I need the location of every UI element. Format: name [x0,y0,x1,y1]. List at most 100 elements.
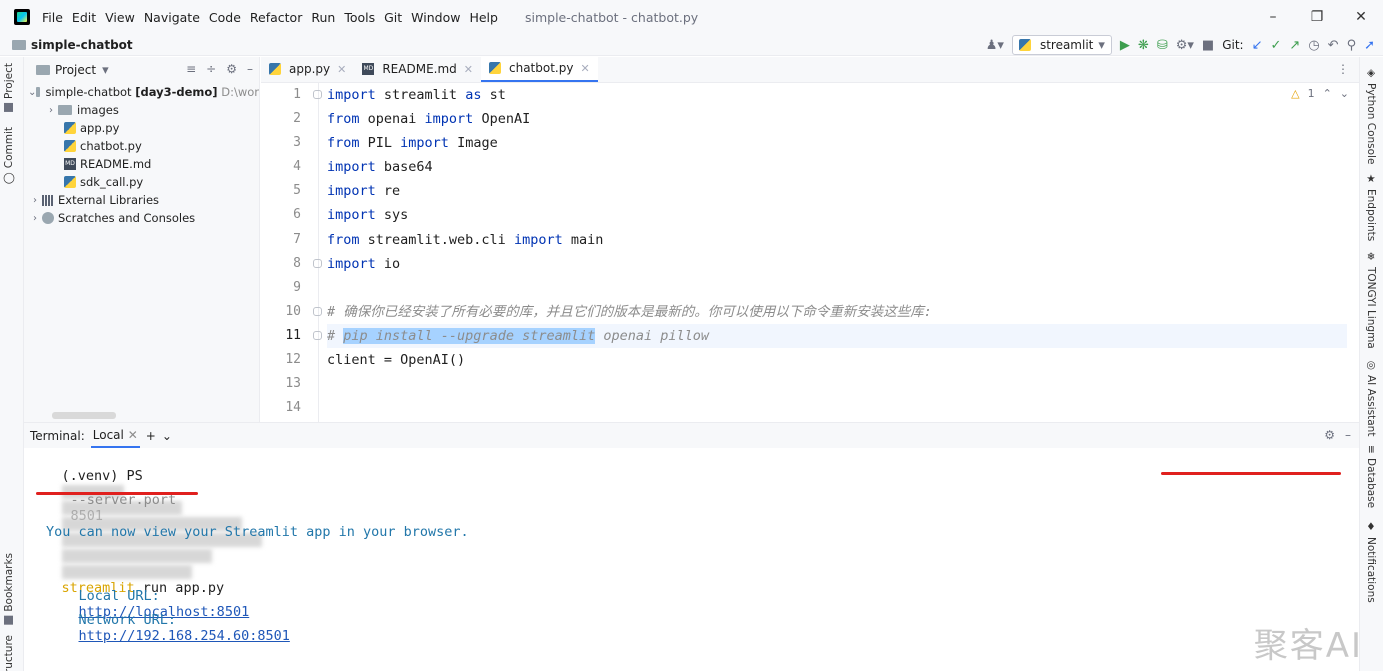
run-config-select[interactable]: streamlit ▾ [1011,35,1112,55]
structure-tool-tab[interactable]: ructure [3,635,15,671]
git-push-icon[interactable]: ↗ [1289,39,1300,52]
tree-item-external-libraries[interactable]: › External Libraries [24,191,259,209]
code-line[interactable]: 10 # 确保你已经安装了所有必要的库，并且它们的版本是最新的。你可以使用以下命令… [285,300,1347,324]
tab-app-py[interactable]: app.py ✕ [261,56,354,82]
gear-icon[interactable]: ⚙ [226,62,237,76]
tree-root-simple-chatbot[interactable]: ⌄ simple-chatbot [day3-demo] D:\wor [24,83,259,101]
search-icon[interactable]: ⚲ [1347,39,1357,52]
chevron-down-icon[interactable]: ⌄ [162,429,172,443]
fold-icon[interactable] [313,90,322,99]
close-tab-icon[interactable]: ✕ [128,428,138,442]
database-tab[interactable]: ≡ Database [1365,445,1377,508]
gear-icon[interactable]: ⚙ [1324,428,1335,442]
tongyi-tab[interactable]: ❄ TONGYI Lingma [1365,251,1377,349]
menu-code[interactable]: Code [209,10,241,25]
stop-icon[interactable]: ■ [1202,39,1214,52]
more-tabs-icon[interactable]: ⋮ [1337,62,1349,76]
tree-item-readme[interactable]: MD README.md [24,155,259,173]
coverage-icon[interactable]: ⛁ [1157,39,1168,52]
code-line[interactable]: 12 client = OpenAI() [285,348,1347,372]
fold-icon[interactable] [313,306,322,316]
code-line[interactable]: 14 [285,396,1347,420]
code-line[interactable]: 4 import base64 [293,155,1347,179]
menu-view[interactable]: View [105,10,135,25]
python-file-icon [64,140,76,152]
minimize-button[interactable]: – [1251,0,1295,34]
code-editor[interactable]: △ 1 ⌃ ⌄ 1 import streamlit as st 2 from ope… [261,83,1359,422]
tree-item-images[interactable]: › images [24,101,259,119]
notifications-tab[interactable]: ♦ Notifications [1365,521,1377,603]
new-terminal-icon[interactable]: + [146,429,156,443]
menu-file[interactable]: File [42,10,63,25]
menu-window[interactable]: Window [411,10,460,25]
horizontal-scrollbar[interactable] [52,412,116,419]
close-window-button[interactable]: ✕ [1339,0,1383,34]
chevron-right-icon[interactable]: › [28,195,42,206]
breadcrumb[interactable]: simple-chatbot [12,38,133,52]
fold-icon[interactable] [313,330,322,340]
left-tool-strip: Project ◯ Commit Bookmarks ructure [0,57,24,671]
menu-navigate[interactable]: Navigate [144,10,200,25]
tab-readme[interactable]: MD README.md ✕ [354,56,481,82]
code-line[interactable]: 5 import re [293,179,1347,203]
code-line[interactable]: 13 [285,372,1347,396]
tab-chatbot-py[interactable]: chatbot.py ✕ [481,56,598,82]
hide-icon[interactable]: – [247,62,253,76]
code-line[interactable]: 11 # pip install --upgrade streamlit open… [285,323,1347,349]
chevron-right-icon[interactable]: › [28,213,42,224]
history-icon[interactable]: ◷ [1308,39,1319,52]
menu-refactor[interactable]: Refactor [250,10,302,25]
tree-item-chatbot-py[interactable]: chatbot.py [24,137,259,155]
code-line[interactable]: 3 from PIL import Image [293,131,1347,155]
menu-help[interactable]: Help [469,10,498,25]
collapse-all-icon[interactable]: ÷ [206,62,216,76]
git-update-icon[interactable]: ↙ [1252,39,1263,52]
rollback-icon[interactable]: ↶ [1328,39,1339,52]
code-token: openai [359,111,425,128]
python-console-tab[interactable]: ◈ Python Console [1365,67,1377,164]
menu-edit[interactable]: Edit [72,10,96,25]
project-view-select[interactable]: Project [55,63,96,77]
tree-item-scratches[interactable]: › Scratches and Consoles [24,209,259,227]
menu-tools[interactable]: Tools [344,10,375,25]
updates-icon[interactable]: ➚ [1364,39,1375,52]
debug-icon[interactable]: ❋ [1138,39,1149,52]
close-tab-icon[interactable]: ✕ [464,63,473,76]
code-line[interactable]: 6 import sys [293,203,1347,227]
ai-assistant-tab[interactable]: ◎ AI Assistant [1365,359,1377,436]
close-tab-icon[interactable]: ✕ [337,63,346,76]
endpoints-tab[interactable]: ★ Endpoints [1365,173,1377,241]
code-line[interactable]: 7 from streamlit.web.cli import main [293,228,1347,252]
root-name: simple-chatbot [45,85,132,99]
chevron-down-icon[interactable]: ⌄ [28,87,36,98]
code-line[interactable]: 9 [293,276,1347,300]
fold-icon[interactable] [313,258,322,268]
tree-item-sdk-call-py[interactable]: sdk_call.py [24,173,259,191]
database-label: Database [1365,457,1377,508]
menu-run[interactable]: Run [311,10,335,25]
bookmarks-tool-tab[interactable]: Bookmarks [3,553,15,625]
chevron-down-icon[interactable]: ▾ [102,64,109,77]
close-tab-icon[interactable]: ✕ [580,62,589,75]
network-url-link[interactable]: http://192.168.254.60:8501 [79,628,290,644]
profile-icon[interactable]: ⚙▾ [1176,39,1194,52]
code-line[interactable]: 2 from openai import OpenAI [293,107,1347,131]
git-commit-icon[interactable]: ✓ [1271,39,1282,52]
terminal-output[interactable]: (.venv) PS streamlit run app.py --server… [24,448,1359,671]
expand-all-icon[interactable]: ≡ [186,62,196,76]
window-title: simple-chatbot - chatbot.py [524,9,699,25]
project-panel-header: Project ▾ ≡ ÷ ⚙ – [24,57,259,83]
code-line[interactable]: 8 import io [293,252,1347,276]
library-icon [42,194,54,206]
terminal-tab-local[interactable]: Local ✕ [90,424,140,448]
user-icon[interactable]: ♟▾ [986,39,1004,52]
chevron-right-icon[interactable]: › [44,105,58,116]
restore-button[interactable]: ❐ [1295,0,1339,34]
commit-tool-tab[interactable]: ◯ Commit [3,127,15,184]
menu-git[interactable]: Git [384,10,402,25]
hide-icon[interactable]: – [1345,428,1351,442]
code-line[interactable]: 1 import streamlit as st [293,83,1347,107]
tree-item-app-py[interactable]: app.py [24,119,259,137]
run-icon[interactable]: ▶ [1120,39,1130,52]
project-tool-tab[interactable]: Project [3,63,15,112]
